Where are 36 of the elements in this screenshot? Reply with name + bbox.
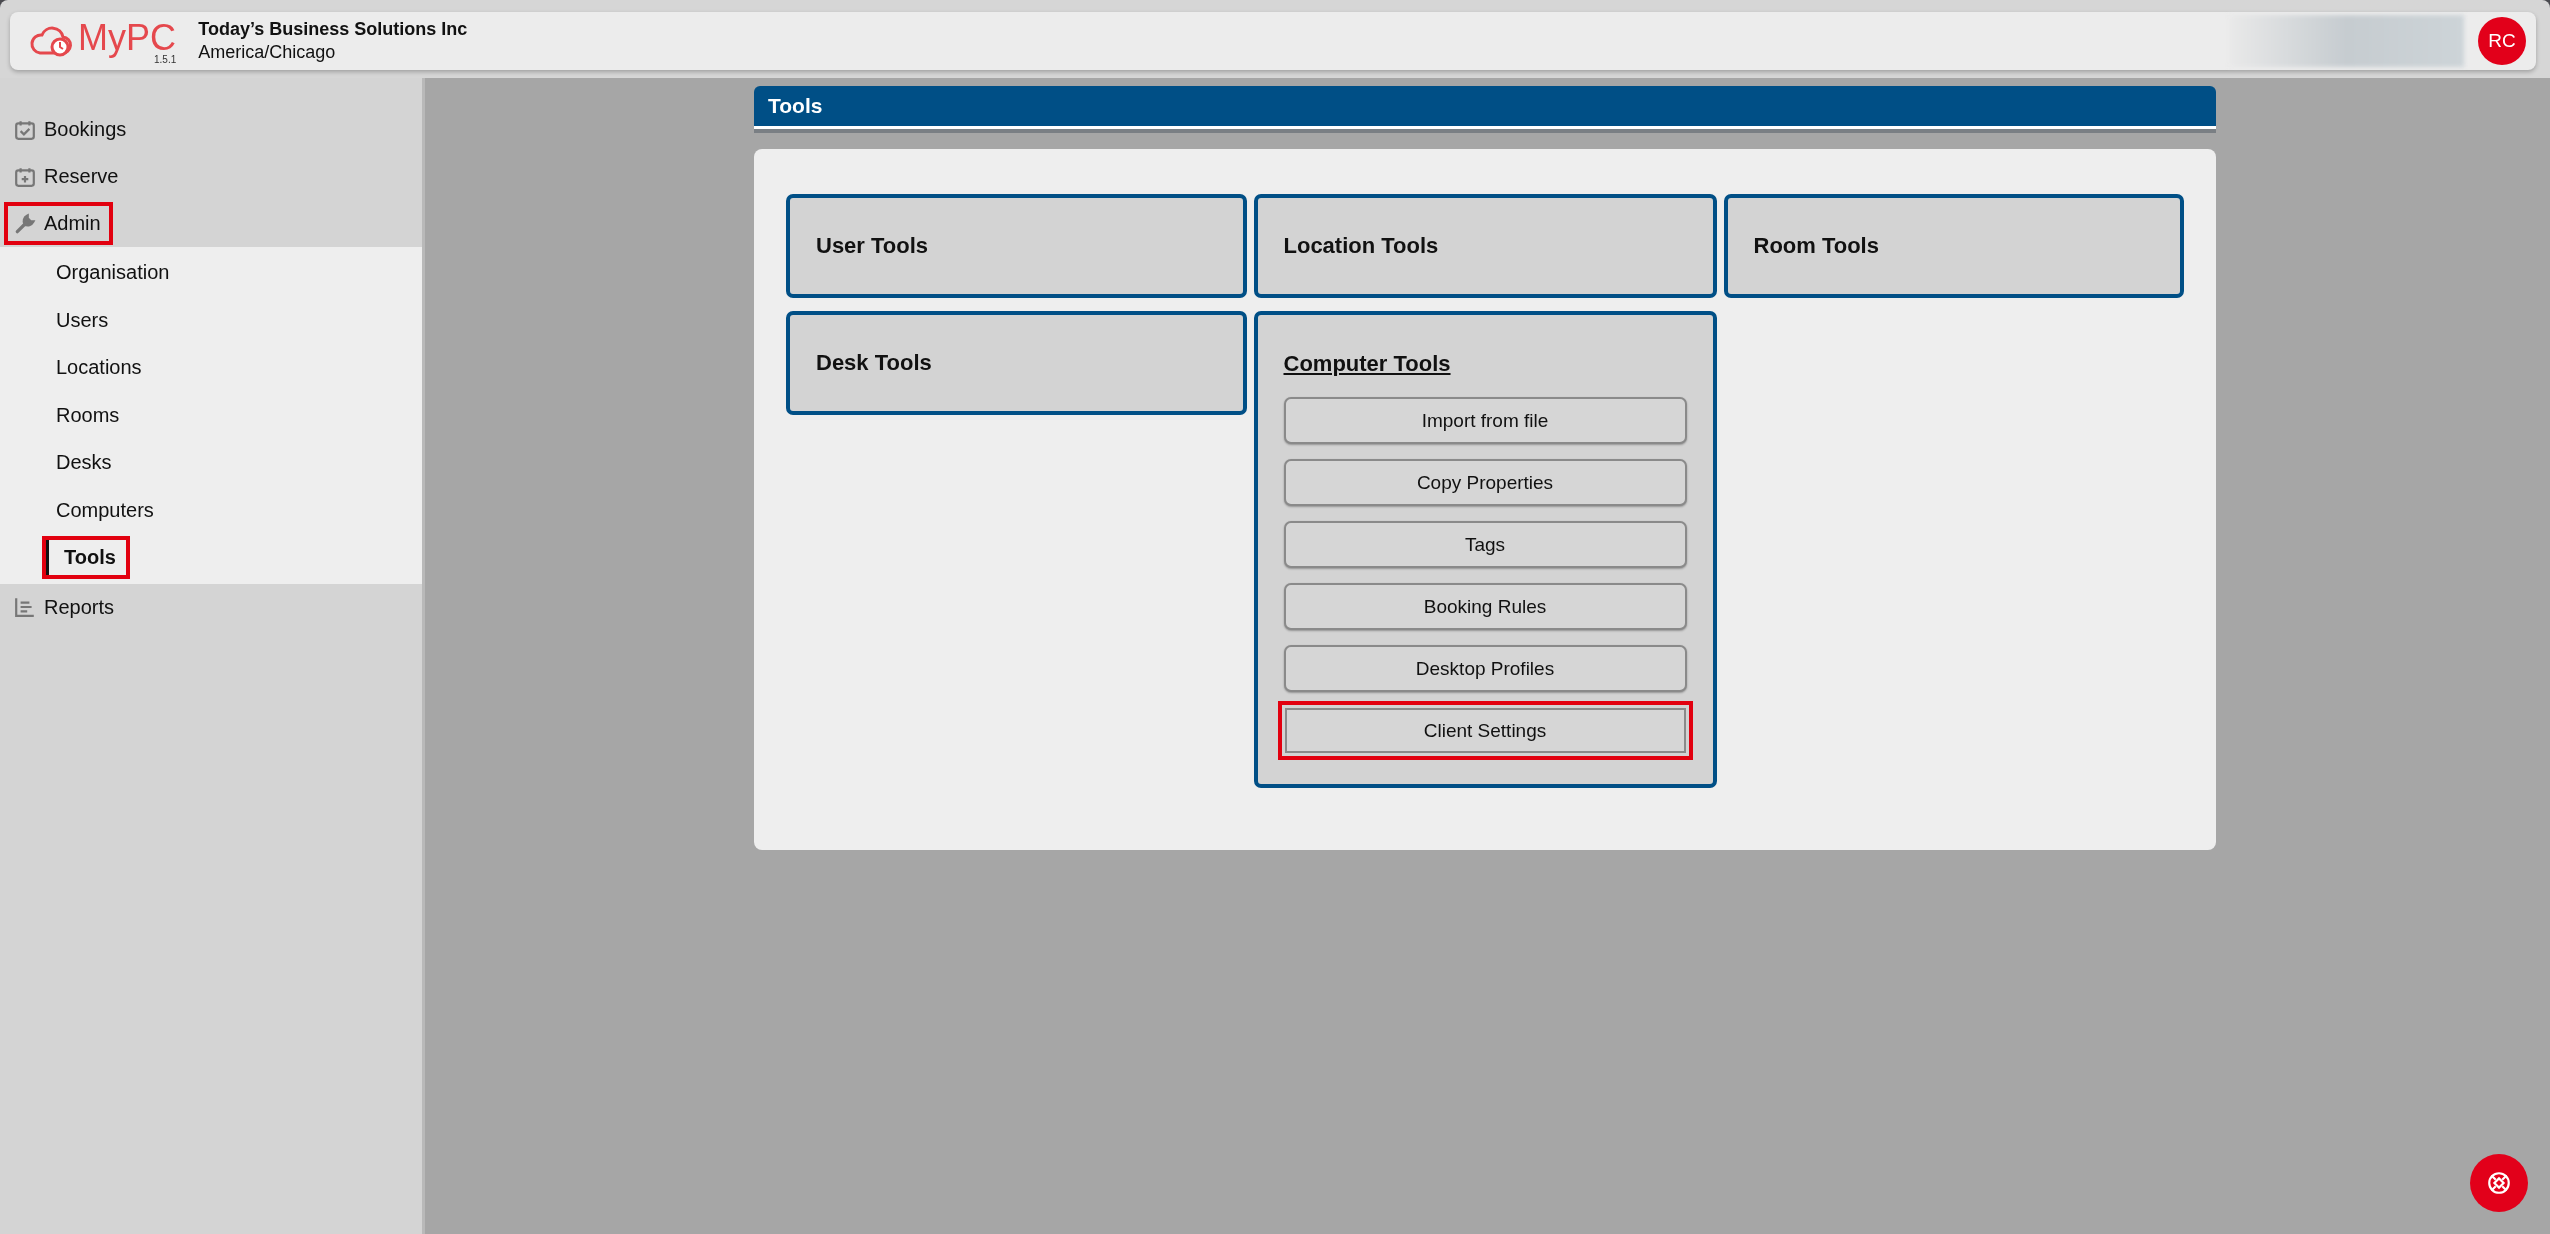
nav-item[interactable]: Bookings bbox=[4, 108, 139, 151]
user-avatar[interactable]: RC bbox=[2478, 17, 2526, 65]
tool-tile[interactable]: Location Tools bbox=[1253, 194, 1717, 298]
organisation-name: Today’s Business Solutions Inc bbox=[198, 19, 468, 40]
tile-title: User Tools bbox=[816, 233, 930, 259]
tile-title: Location Tools bbox=[1283, 233, 1440, 259]
bar-list-icon bbox=[14, 596, 36, 618]
tool-tile[interactable]: Computer Tools Import from file Copy Properties Tags Booking Rules Desktop Profiles Client Settings bbox=[1253, 311, 1717, 788]
tile-title: Computer Tools bbox=[1283, 351, 1452, 377]
nav-subitem[interactable]: Tools bbox=[42, 536, 130, 580]
tile-title: Desk Tools bbox=[816, 350, 933, 376]
tool-button[interactable]: Desktop Profiles bbox=[1283, 645, 1687, 692]
tool-tile[interactable]: User Tools bbox=[786, 194, 1247, 298]
nav-subitem[interactable]: Locations bbox=[42, 346, 156, 390]
nav-subitem[interactable]: Computers bbox=[42, 488, 168, 532]
nav-subitem[interactable]: Rooms bbox=[42, 393, 134, 437]
cloud-clock-icon bbox=[30, 25, 74, 57]
wrench-icon bbox=[14, 212, 36, 235]
nav-item[interactable]: Reports bbox=[4, 585, 127, 629]
tool-button[interactable]: Tags bbox=[1283, 521, 1687, 568]
tool-button[interactable]: Import from file bbox=[1283, 397, 1687, 444]
nav-item[interactable]: Admin bbox=[4, 202, 113, 245]
tile-title: Room Tools bbox=[1753, 233, 1880, 259]
tool-tile[interactable]: Room Tools bbox=[1723, 194, 2184, 298]
calendar-plus-icon bbox=[14, 165, 36, 188]
tool-tile[interactable]: Desk Tools bbox=[786, 311, 1247, 415]
tool-button[interactable]: Copy Properties bbox=[1283, 459, 1687, 506]
calendar-check-icon bbox=[14, 118, 36, 141]
nav-subitem[interactable]: Users bbox=[42, 298, 123, 342]
nav-item[interactable]: Reserve bbox=[4, 155, 131, 198]
timezone-label: America/Chicago bbox=[198, 42, 337, 63]
tool-button[interactable]: Booking Rules bbox=[1283, 583, 1687, 630]
lifebuoy-icon bbox=[2486, 1170, 2512, 1196]
tool-button[interactable]: Client Settings bbox=[1277, 701, 1693, 760]
nav-subitem[interactable]: Organisation bbox=[42, 251, 184, 295]
nav-subitem[interactable]: Desks bbox=[42, 441, 126, 485]
